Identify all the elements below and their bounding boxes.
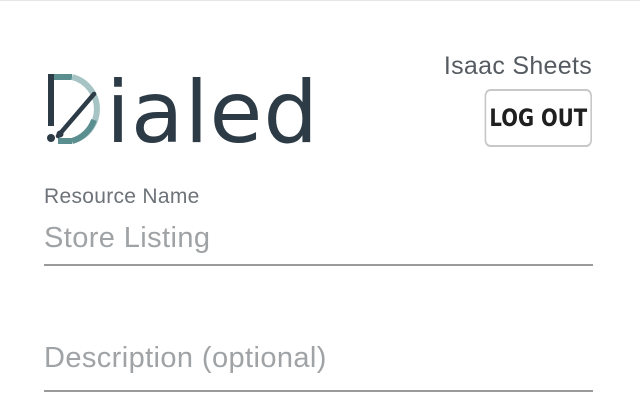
description-input[interactable] <box>44 330 593 392</box>
dial-d-icon <box>47 74 100 144</box>
resource-name-input[interactable] <box>44 218 593 266</box>
resource-name-label: Resource Name <box>44 185 200 208</box>
description-field <box>44 330 593 392</box>
logout-label: LOG OUT <box>489 104 588 132</box>
logout-button[interactable]: LOG OUT <box>484 89 592 147</box>
brand-logo: ialed <box>44 60 319 156</box>
user-area: Isaac Sheets LOG OUT <box>444 54 592 147</box>
brand-wordmark: ialed <box>106 63 319 163</box>
user-name: Isaac Sheets <box>443 52 592 80</box>
header: ialed Isaac Sheets LOG OUT <box>0 0 640 170</box>
resource-name-field: Resource Name <box>44 186 593 266</box>
